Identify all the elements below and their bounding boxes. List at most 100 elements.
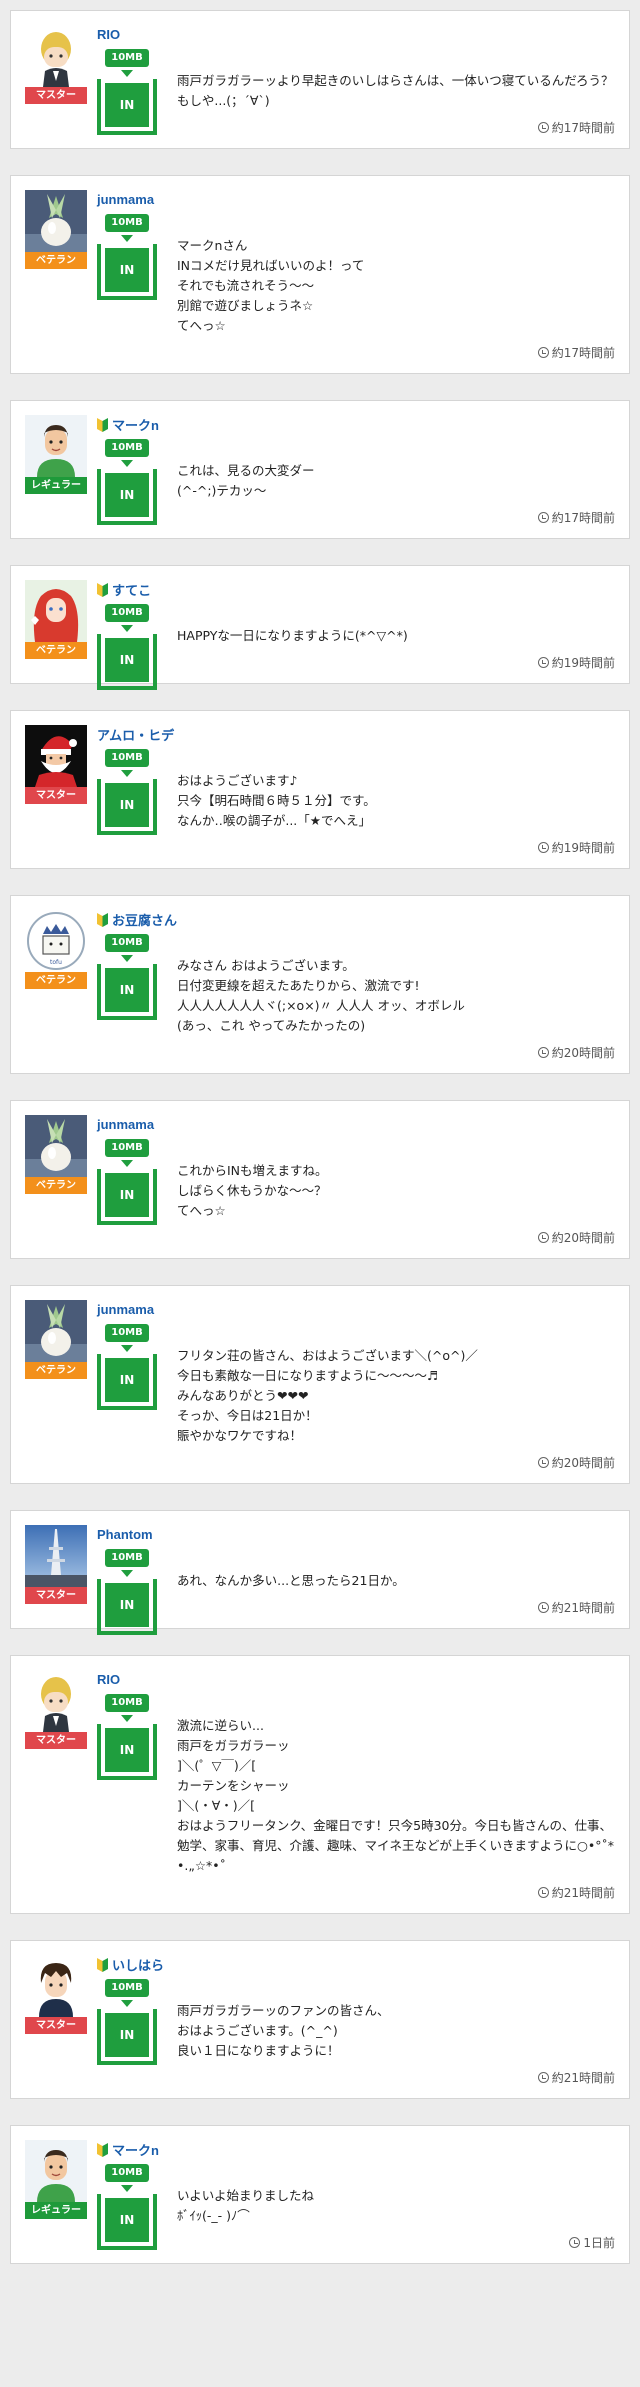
in-label: IN — [105, 2198, 149, 2242]
comment-text: おはようございます♪ 只今【明石時間６時５１分】です。 なんか‥喉の調子が...… — [177, 773, 376, 828]
svg-text:tofu: tofu — [50, 959, 62, 966]
user-badge: ベテラン — [25, 1115, 87, 1194]
user-badge: ベテラン — [25, 1300, 87, 1379]
comment-card: ベテラン junmama 10MB IN フリタン荘の皆さん、おはようございます＼(^o… — [10, 1285, 630, 1484]
timestamp-label: 約19時間前 — [551, 841, 615, 855]
arrow-down-icon — [121, 1345, 133, 1352]
user-name-link[interactable]: お豆腐さん — [112, 910, 177, 929]
timestamp-label: 約17時間前 — [551, 511, 615, 525]
comment-card: マスター Phantom 10MB IN あれ、なんか多い...と思ったら21日か。 約2… — [10, 1510, 630, 1635]
rank-badge: ベテラン — [25, 1177, 87, 1194]
timestamp-label: 約20時間前 — [551, 1046, 615, 1060]
arrow-down-icon — [121, 955, 133, 962]
rank-badge: ベテラン — [25, 1362, 87, 1379]
timestamp-label: 約19時間前 — [551, 656, 615, 670]
avatar[interactable] — [25, 1670, 87, 1732]
timestamp-label: 約17時間前 — [551, 346, 615, 360]
arrow-down-icon — [121, 70, 133, 77]
avatar[interactable] — [25, 1300, 87, 1362]
amount-badge: 10MB — [105, 1979, 149, 1997]
amount-badge: 10MB — [105, 604, 149, 622]
tank-box: IN — [97, 79, 157, 135]
donation-in-indicator: 10MB IN — [97, 2164, 157, 2250]
timestamp-label: 約21時間前 — [551, 2071, 615, 2085]
avatar[interactable] — [25, 1525, 87, 1587]
avatar[interactable] — [25, 2140, 87, 2202]
user-name-link[interactable]: Phantom — [97, 1527, 153, 1542]
tank-box: IN — [97, 634, 157, 690]
comment-card: ベテラン junmama 10MB IN マークnさん INコメだけ見ればいいのよ！って… — [10, 175, 630, 374]
beginner-mark-icon — [97, 582, 108, 597]
user-name-row: いしはら — [97, 1955, 164, 1973]
user-name-link[interactable]: junmama — [97, 1117, 154, 1132]
tank-box: IN — [97, 1169, 157, 1225]
user-name-row: RIO — [97, 25, 120, 43]
in-label: IN — [105, 1728, 149, 1772]
amount-badge: 10MB — [105, 934, 149, 952]
rank-badge: マスター — [25, 1732, 87, 1749]
arrow-down-icon — [121, 1715, 133, 1722]
amount-badge: 10MB — [105, 439, 149, 457]
avatar[interactable] — [25, 415, 87, 477]
comment-text: 雨戸ガラガラーッのファンの皆さん、 おはようございます。(^_^) 良い１日にな… — [177, 2003, 390, 2058]
rank-badge: ベテラン — [25, 972, 87, 989]
arrow-down-icon — [121, 460, 133, 467]
beginner-mark-icon — [97, 912, 108, 927]
amount-badge: 10MB — [105, 1694, 149, 1712]
avatar[interactable] — [25, 1115, 87, 1177]
donation-in-indicator: 10MB IN — [97, 1549, 157, 1635]
amount-badge: 10MB — [105, 1139, 149, 1157]
amount-badge: 10MB — [105, 749, 149, 767]
user-badge: レギュラー — [25, 2140, 87, 2219]
in-label: IN — [105, 1358, 149, 1402]
amount-badge: 10MB — [105, 2164, 149, 2182]
user-badge: マスター — [25, 1525, 87, 1604]
in-label: IN — [105, 1583, 149, 1627]
amount-badge: 10MB — [105, 1324, 149, 1342]
avatar[interactable] — [25, 1955, 87, 2017]
user-name-link[interactable]: junmama — [97, 192, 154, 207]
donation-in-indicator: 10MB IN — [97, 1979, 157, 2065]
in-label: IN — [105, 638, 149, 682]
user-name-link[interactable]: いしはら — [112, 1955, 164, 1974]
arrow-down-icon — [121, 235, 133, 242]
amount-badge: 10MB — [105, 49, 149, 67]
user-name-link[interactable]: junmama — [97, 1302, 154, 1317]
timestamp: 約21時間前 — [25, 1884, 615, 1901]
timestamp-label: 約20時間前 — [551, 1231, 615, 1245]
user-badge: マスター — [25, 1955, 87, 2034]
tank-box: IN — [97, 1579, 157, 1635]
user-name-row: マークn — [97, 415, 159, 433]
in-label: IN — [105, 248, 149, 292]
user-name-link[interactable]: マークn — [112, 2140, 159, 2159]
user-name-link[interactable]: RIO — [97, 1672, 120, 1687]
amount-badge: 10MB — [105, 214, 149, 232]
rank-badge: マスター — [25, 2017, 87, 2034]
avatar[interactable] — [25, 725, 87, 787]
user-name-row: junmama — [97, 1115, 154, 1133]
timestamp: 約17時間前 — [25, 344, 615, 361]
user-name-link[interactable]: すてこ — [112, 580, 151, 599]
timestamp: 約20時間前 — [25, 1044, 615, 1061]
in-label: IN — [105, 83, 149, 127]
avatar[interactable]: tofu — [25, 910, 87, 972]
user-name-link[interactable]: RIO — [97, 27, 120, 42]
clock-icon — [537, 1232, 549, 1243]
arrow-down-icon — [121, 2000, 133, 2007]
user-name-row: アムロ・ヒデ — [97, 725, 174, 743]
arrow-down-icon — [121, 770, 133, 777]
timestamp-label: 約21時間前 — [551, 1886, 615, 1900]
donation-in-indicator: 10MB IN — [97, 439, 157, 525]
comment-card: マスター RIO 10MB IN 雨戸ガラガラーッより早起きのいしはらさんは、一体いつ寝… — [10, 10, 630, 149]
avatar[interactable] — [25, 190, 87, 252]
avatar[interactable] — [25, 25, 87, 87]
rank-badge: ベテラン — [25, 252, 87, 269]
clock-icon — [537, 1047, 549, 1058]
avatar[interactable] — [25, 580, 87, 642]
user-badge: レギュラー — [25, 415, 87, 494]
user-name-link[interactable]: マークn — [112, 415, 159, 434]
clock-icon — [537, 347, 549, 358]
comment-text: 激流に逆らい... 雨戸をガラガラーッ ]＼(゜▽￣)／[ カーテンをシャーッ … — [177, 1718, 615, 1873]
tank-box: IN — [97, 2194, 157, 2250]
user-name-link[interactable]: アムロ・ヒデ — [97, 725, 174, 744]
